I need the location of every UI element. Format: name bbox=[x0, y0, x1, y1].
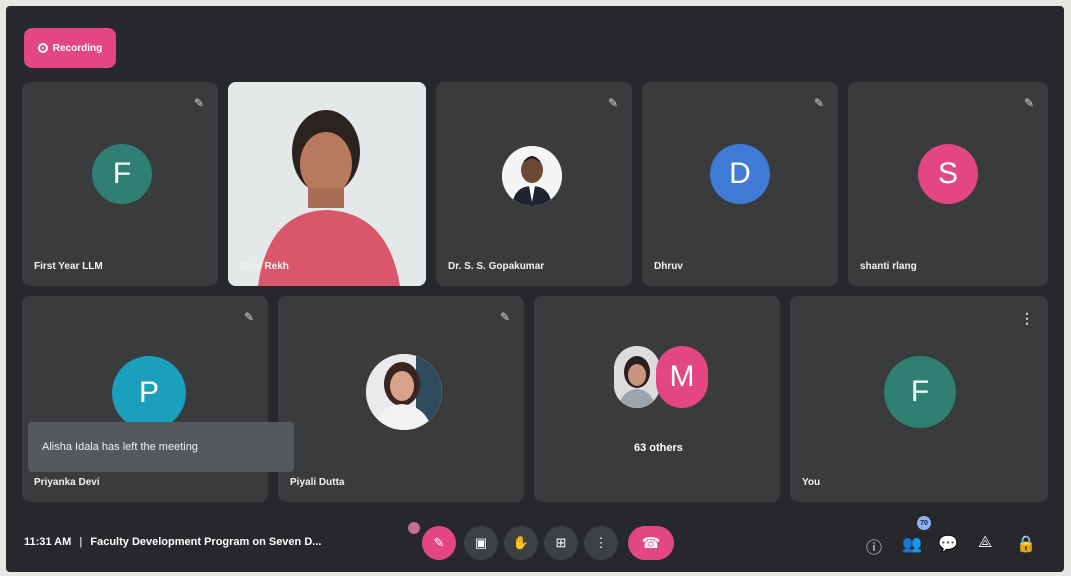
separator: | bbox=[79, 536, 83, 548]
notification-toast: Alisha Idala has left the meeting bbox=[28, 422, 294, 472]
participant-name: shanti rlang bbox=[860, 261, 917, 272]
self-tile[interactable]: ⋮ F You bbox=[790, 296, 1048, 502]
mic-button[interactable]: ✎ bbox=[422, 526, 456, 560]
participant-name: Dr. S. S. Gopakumar bbox=[448, 261, 545, 272]
activities-icon[interactable]: ⟁ bbox=[978, 534, 992, 552]
profile-photo bbox=[502, 146, 562, 206]
participant-name: Sree Rekh bbox=[240, 261, 289, 272]
recording-indicator: Recording bbox=[24, 28, 116, 68]
more-vert-icon: ⋮ bbox=[594, 535, 608, 550]
participants-count-badge: 70 bbox=[917, 516, 931, 530]
avatar-initial: F bbox=[910, 375, 930, 408]
avatar: P bbox=[112, 356, 186, 430]
recording-label: Recording bbox=[52, 42, 103, 54]
meeting-screen: Recording ✎ F First Year LLM Sree Rekh ✎… bbox=[6, 6, 1064, 572]
participant-name: Piyali Dutta bbox=[290, 477, 345, 488]
leave-call-button[interactable]: ☎ bbox=[628, 526, 674, 560]
meeting-title[interactable]: Faculty Development Program on Seven D..… bbox=[90, 536, 321, 548]
participant-tile[interactable]: ✎ Piyali Dutta bbox=[278, 296, 524, 502]
avatar-initial: P bbox=[138, 376, 159, 409]
participant-tile[interactable]: ✎ Dr. S. S. Gopakumar bbox=[436, 82, 632, 286]
participant-name: Dhruv bbox=[654, 261, 683, 272]
avatar-initial: S bbox=[937, 157, 958, 190]
mic-off-icon: ✎ bbox=[499, 310, 510, 324]
avatar-initial: F bbox=[112, 157, 132, 190]
meeting-info-icon[interactable]: ⓘ bbox=[866, 534, 882, 558]
hand-icon: ✋ bbox=[512, 535, 530, 550]
mic-off-icon: ✎ bbox=[813, 96, 824, 110]
avatar: D bbox=[710, 144, 770, 204]
avatar: M bbox=[656, 346, 708, 408]
participant-name: Priyanka Devi bbox=[34, 477, 100, 488]
others-tile[interactable]: M 63 others bbox=[534, 296, 780, 502]
captions-icon: ▣ bbox=[474, 535, 488, 550]
avatar: S bbox=[918, 144, 978, 204]
present-button[interactable]: ⊞ bbox=[544, 526, 578, 560]
profile-photo bbox=[614, 346, 660, 408]
mic-off-icon: ✎ bbox=[607, 96, 618, 110]
avatar-initial: D bbox=[729, 157, 751, 190]
raise-hand-button[interactable]: ✋ bbox=[504, 526, 538, 560]
others-count-label: 63 others bbox=[634, 442, 683, 454]
participant-tile[interactable]: ✎ D Dhruv bbox=[642, 82, 838, 286]
avatar: F bbox=[92, 144, 152, 204]
toast-text: Alisha Idala has left the meeting bbox=[42, 441, 198, 453]
participant-name: First Year LLM bbox=[34, 261, 103, 272]
record-icon bbox=[37, 43, 48, 53]
participant-tile[interactable]: ✎ F First Year LLM bbox=[22, 82, 218, 286]
more-options-button[interactable]: ⋮ bbox=[584, 526, 618, 560]
participant-tile[interactable]: ✎ S shanti rlang bbox=[848, 82, 1048, 286]
mic-off-icon: ✎ bbox=[243, 310, 254, 324]
hang-up-icon: ☎ bbox=[641, 535, 661, 552]
avatar-initial: M bbox=[669, 360, 695, 393]
avatar: F bbox=[884, 356, 956, 428]
profile-photo bbox=[366, 354, 442, 430]
host-controls-icon[interactable]: 🔒 bbox=[1016, 534, 1036, 554]
participants-icon[interactable]: 👥 bbox=[902, 534, 922, 554]
participant-name: You bbox=[802, 477, 821, 488]
reaction-indicator bbox=[408, 522, 420, 534]
mic-off-icon: ✎ bbox=[193, 96, 204, 110]
clock-time: 11:31 AM bbox=[24, 536, 72, 548]
participant-video bbox=[228, 82, 426, 286]
camera-button[interactable]: ▣ bbox=[464, 526, 498, 560]
present-screen-icon: ⊞ bbox=[555, 535, 567, 550]
chat-icon[interactable]: 💬 bbox=[938, 534, 958, 554]
mic-off-icon: ✎ bbox=[1023, 96, 1034, 110]
participant-video-tile[interactable]: Sree Rekh bbox=[228, 82, 426, 286]
meeting-details: 11:31 AM | Faculty Development Program o… bbox=[24, 536, 321, 548]
mic-off-icon: ✎ bbox=[433, 535, 445, 550]
more-options-icon[interactable]: ⋮ bbox=[1020, 310, 1034, 327]
